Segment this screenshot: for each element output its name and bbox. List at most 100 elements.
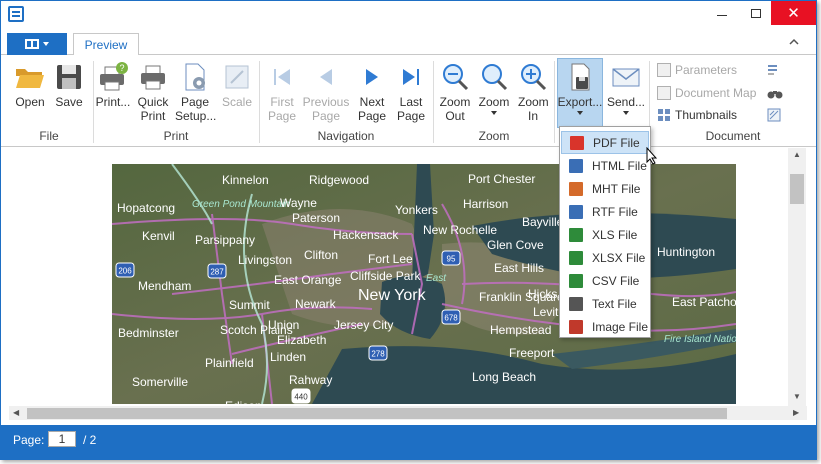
zoom-in-label: Zoom In [518, 95, 549, 123]
highway-shield-label: 278 [371, 350, 385, 359]
close-icon: ✕ [787, 5, 800, 22]
print-button[interactable]: ? Print... [94, 61, 132, 109]
current-page-input[interactable]: 1 [48, 431, 76, 447]
application-menu-button[interactable] [7, 33, 67, 55]
file-type-icon [569, 296, 583, 311]
tab-preview[interactable]: Preview [73, 33, 139, 56]
document-map-button[interactable]: Document Map [657, 86, 756, 100]
map-place-label: Huntington [657, 245, 715, 259]
vertical-scrollbar[interactable]: ▲ ▼ [788, 148, 806, 406]
export-menu-item-label: HTML File [592, 158, 647, 173]
page-setup-label: Page Setup... [175, 95, 217, 123]
document-viewer[interactable]: 206 287 95 278 440 678 Kinnelon Ridgewood Port … [1, 148, 816, 424]
group-label-zoom: Zoom [478, 129, 510, 143]
last-page-label: Last Page [396, 95, 426, 123]
first-page-icon [266, 61, 298, 93]
export-menu-item[interactable]: MHT File [561, 177, 649, 200]
file-type-icon [569, 158, 583, 173]
export-menu-item-label: RTF File [592, 204, 638, 219]
export-menu-item[interactable]: Image File [561, 315, 649, 338]
zoom-dropdown-button[interactable]: Zoom [475, 61, 513, 115]
maximize-button[interactable] [739, 1, 773, 25]
parameters-icon [657, 63, 671, 77]
highway-shield-label: 678 [444, 314, 458, 323]
status-bar: Page: 1 / 2 [1, 425, 816, 459]
quick-print-button[interactable]: Quick Print [135, 61, 171, 123]
scale-button[interactable]: Scale [219, 61, 255, 109]
scale-label: Scale [221, 95, 253, 109]
caret-down-icon [577, 111, 583, 115]
export-menu-item[interactable]: RTF File [561, 200, 649, 223]
highway-shield-label: 287 [210, 268, 224, 277]
thumbnails-button[interactable]: Thumbnails [657, 108, 737, 122]
map-place-label: Summit [229, 298, 270, 312]
vertical-scroll-thumb[interactable] [790, 174, 804, 204]
open-label: Open [15, 95, 45, 109]
export-menu-item[interactable]: PDF File [561, 131, 649, 154]
first-page-button[interactable]: First Page [263, 61, 301, 123]
next-page-button[interactable]: Next Page [353, 61, 391, 123]
export-menu-item-label: MHT File [592, 181, 641, 196]
export-label: Export... [557, 95, 603, 109]
scale-icon [221, 61, 253, 93]
export-menu-item[interactable]: Text File [561, 292, 649, 315]
map-place-label: East Patchogue [672, 295, 736, 309]
map-place-label: Paterson [292, 211, 340, 225]
map-place-label: Fort Lee [368, 252, 413, 266]
file-type-icon [570, 135, 584, 150]
scroll-left-arrow[interactable]: ◀ [13, 408, 19, 417]
map-place-label: Hackensack [333, 228, 399, 242]
watermark-button[interactable] [767, 108, 781, 122]
map-place-label: Wayne [280, 196, 317, 210]
last-page-button[interactable]: Last Page [393, 61, 429, 123]
scroll-right-arrow[interactable]: ▶ [793, 408, 799, 417]
print-preview-window: ✕ Preview Open Save File ? Print... Quic… [0, 0, 817, 460]
file-type-icon [569, 273, 583, 288]
previous-page-icon [310, 61, 342, 93]
app-icon [8, 6, 24, 22]
export-menu-item[interactable]: XLSX File [561, 246, 649, 269]
ribbon: Open Save File ? Print... Quick Print Pa… [1, 55, 816, 147]
horizontal-scroll-thumb[interactable] [27, 408, 727, 419]
save-button[interactable]: Save [51, 61, 87, 109]
zoom-in-button[interactable]: Zoom In [514, 61, 552, 123]
map-place-label: Plainfield [205, 356, 254, 370]
scroll-up-arrow[interactable]: ▲ [793, 150, 801, 159]
map-place-label: Mendham [138, 279, 191, 293]
zoom-in-icon [517, 61, 549, 93]
parameters-button[interactable]: Parameters [657, 63, 737, 77]
export-menu: PDF File HTML File MHT File RTF File XLS Fil… [559, 126, 651, 338]
zoom-out-button[interactable]: Zoom Out [436, 61, 474, 123]
file-type-icon [569, 181, 583, 196]
save-label: Save [55, 95, 83, 109]
minimize-button[interactable] [705, 1, 739, 25]
document-map-label: Document Map [675, 86, 757, 100]
export-menu-item[interactable]: CSV File [561, 269, 649, 292]
search-button[interactable] [767, 86, 783, 100]
collapse-ribbon-button[interactable] [789, 36, 799, 48]
page-gear-icon [179, 61, 211, 93]
export-menu-item[interactable]: XLS File [561, 223, 649, 246]
export-menu-item[interactable]: HTML File [561, 154, 649, 177]
horizontal-scrollbar[interactable]: ◀ ▶ [9, 406, 807, 420]
open-button[interactable]: Open [11, 61, 49, 109]
file-type-icon [569, 227, 583, 242]
print-label: Print... [95, 95, 131, 109]
maximize-icon [751, 8, 761, 18]
page-setup-button[interactable]: Page Setup... [175, 61, 217, 123]
map-place-label: Hopatcong [117, 201, 175, 215]
next-page-icon [356, 61, 388, 93]
highway-shield-label: 206 [118, 267, 132, 276]
mouse-cursor-icon [646, 147, 658, 165]
scroll-down-arrow[interactable]: ▼ [793, 392, 801, 401]
send-dropdown-button[interactable]: Send... [606, 61, 646, 115]
export-dropdown-button[interactable]: Export... [557, 58, 603, 128]
ribbon-tab-row: Preview [1, 31, 816, 56]
close-button[interactable]: ✕ [771, 1, 816, 25]
envelope-icon [610, 61, 642, 93]
map-place-label: Port Chester [468, 172, 535, 186]
highway-shield-label: 440 [294, 393, 308, 402]
previous-page-button[interactable]: Previous Page [301, 61, 351, 123]
editing-fields-button[interactable] [767, 63, 781, 77]
page-label: Page: [13, 433, 45, 447]
